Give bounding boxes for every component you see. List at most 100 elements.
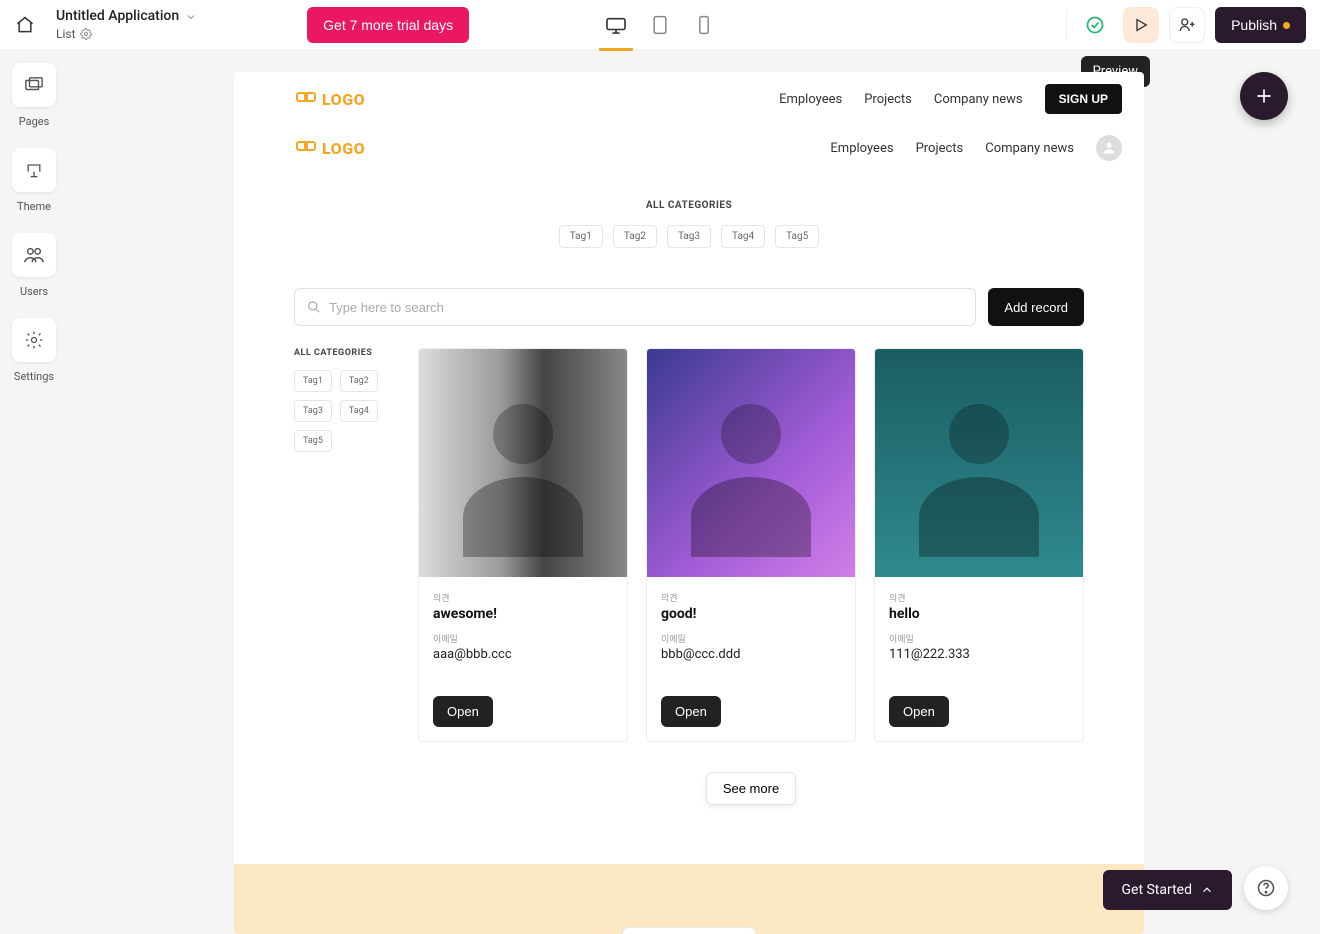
- sidebar-item-settings[interactable]: Settings: [10, 318, 58, 383]
- card-image: [647, 349, 855, 577]
- invite-user-button[interactable]: [1169, 7, 1205, 43]
- header-right: Publish: [1066, 7, 1306, 43]
- open-button[interactable]: Open: [661, 696, 721, 727]
- app-title: Untitled Application: [56, 8, 179, 25]
- sidebar-item-label: Theme: [17, 200, 51, 213]
- open-button[interactable]: Open: [889, 696, 949, 727]
- card-field-value: 111@222.333: [889, 647, 1069, 662]
- all-categories-label: ALL CATEGORIES: [294, 200, 1084, 211]
- card[interactable]: 의견 hello 이메일 111@222.333 Open: [874, 348, 1084, 742]
- side-all-categories-label: ALL CATEGORIES: [294, 348, 398, 358]
- app-title-block: Untitled Application List: [56, 8, 197, 41]
- logo-icon: [296, 92, 316, 106]
- cards-grid: 의견 awesome! 이메일 aaa@bbb.ccc Open: [418, 348, 1084, 742]
- device-switcher: [605, 11, 715, 39]
- logo[interactable]: LOGO: [296, 90, 365, 109]
- card-field-label: 이메일: [889, 632, 1069, 645]
- signup-button[interactable]: SIGN UP: [1045, 84, 1122, 114]
- tag-chip[interactable]: Tag3: [294, 400, 332, 422]
- tag-chip[interactable]: Tag5: [775, 225, 819, 248]
- preview-button[interactable]: [1123, 7, 1159, 43]
- sidebar-item-label: Settings: [14, 370, 54, 383]
- nav-link-employees[interactable]: Employees: [830, 141, 893, 156]
- card-body: 의견 good! 이메일 bbb@ccc.ddd Open: [647, 577, 855, 741]
- publish-status-dot: [1283, 22, 1290, 29]
- tag-chip[interactable]: Tag4: [340, 400, 378, 422]
- card-field-label: 의견: [433, 591, 613, 604]
- pages-icon: [12, 63, 56, 107]
- card-field-value: good!: [661, 606, 841, 622]
- card-field-label: 이메일: [661, 632, 841, 645]
- home-icon[interactable]: [14, 14, 36, 36]
- search-box[interactable]: [294, 288, 976, 326]
- add-fab[interactable]: [1240, 72, 1288, 120]
- get-started-button[interactable]: Get Started: [1103, 870, 1232, 910]
- chevron-up-icon: [1200, 883, 1214, 897]
- card-body: 의견 awesome! 이메일 aaa@bbb.ccc Open: [419, 577, 627, 741]
- onclick-label[interactable]: ON CLICK: [622, 927, 757, 934]
- publish-button[interactable]: Publish: [1215, 7, 1306, 43]
- open-button[interactable]: Open: [433, 696, 493, 727]
- add-record-button[interactable]: Add record: [988, 288, 1084, 326]
- avatar[interactable]: [1096, 135, 1122, 161]
- users-icon: [12, 233, 56, 277]
- chevron-down-icon: [185, 11, 197, 23]
- search-input[interactable]: [329, 300, 963, 315]
- card-field-value: bbb@ccc.ddd: [661, 647, 841, 662]
- sidebar-item-users[interactable]: Users: [10, 233, 58, 298]
- card-field-value: awesome!: [433, 606, 613, 622]
- get-started-label: Get Started: [1121, 882, 1192, 898]
- nav-public: Employees Projects Company news SIGN UP: [779, 84, 1122, 114]
- logo[interactable]: LOGO: [296, 139, 365, 158]
- sidebar-item-theme[interactable]: Theme: [10, 148, 58, 213]
- app-title-row[interactable]: Untitled Application: [56, 8, 197, 25]
- search-row: Add record: [294, 288, 1084, 326]
- trial-button[interactable]: Get 7 more trial days: [307, 7, 469, 43]
- card-field-label: 의견: [889, 591, 1069, 604]
- card-body: 의견 hello 이메일 111@222.333 Open: [875, 577, 1083, 741]
- nav-link-company-news[interactable]: Company news: [934, 92, 1023, 107]
- page-header-public[interactable]: LOGO Employees Projects Company news SIG…: [234, 72, 1144, 127]
- tag-chip[interactable]: Tag5: [294, 430, 332, 452]
- desktop-device-icon[interactable]: [605, 11, 627, 39]
- card-field-value: hello: [889, 606, 1069, 622]
- tag-chip[interactable]: Tag2: [340, 370, 378, 392]
- left-sidebar: Pages Theme Users Settings: [10, 63, 58, 383]
- section-banner[interactable]: ON CLICK: [234, 864, 1144, 934]
- card-field-value: aaa@bbb.ccc: [433, 647, 613, 662]
- sidebar-item-label: Pages: [19, 115, 50, 128]
- page-header-private[interactable]: LOGO Employees Projects Company news: [234, 127, 1144, 190]
- nav-link-projects[interactable]: Projects: [916, 141, 964, 156]
- publish-label: Publish: [1231, 17, 1277, 33]
- card-image: [875, 349, 1083, 577]
- nav-link-projects[interactable]: Projects: [864, 92, 912, 107]
- card[interactable]: 의견 good! 이메일 bbb@ccc.ddd Open: [646, 348, 856, 742]
- help-button[interactable]: [1244, 866, 1288, 910]
- tag-chip[interactable]: Tag4: [721, 225, 765, 248]
- mobile-device-icon[interactable]: [693, 11, 715, 39]
- status-icon[interactable]: [1077, 7, 1113, 43]
- theme-icon: [12, 148, 56, 192]
- nav-link-employees[interactable]: Employees: [779, 92, 842, 107]
- content[interactable]: ALL CATEGORIES Tag1 Tag2 Tag3 Tag4 Tag5 …: [234, 190, 1144, 845]
- page-name: List: [56, 27, 76, 41]
- tag-chip[interactable]: Tag3: [667, 225, 711, 248]
- see-more-button[interactable]: See more: [706, 772, 796, 805]
- tag-row-top: Tag1 Tag2 Tag3 Tag4 Tag5: [294, 225, 1084, 248]
- app-top-header: Untitled Application List Get 7 more tri…: [0, 0, 1320, 51]
- gear-icon: [80, 28, 92, 40]
- tag-chip[interactable]: Tag1: [559, 225, 603, 248]
- side-tags: ALL CATEGORIES Tag1 Tag2 Tag3 Tag4 Tag5: [294, 348, 398, 805]
- nav-link-company-news[interactable]: Company news: [985, 141, 1074, 156]
- canvas[interactable]: LOGO Employees Projects Company news SIG…: [234, 72, 1144, 934]
- side-tag-grid: Tag1 Tag2 Tag3 Tag4 Tag5: [294, 370, 398, 452]
- card[interactable]: 의견 awesome! 이메일 aaa@bbb.ccc Open: [418, 348, 628, 742]
- sidebar-item-pages[interactable]: Pages: [10, 63, 58, 128]
- tag-chip[interactable]: Tag1: [294, 370, 332, 392]
- help-icon: [1256, 878, 1276, 898]
- search-icon: [307, 300, 321, 314]
- card-field-label: 이메일: [433, 632, 613, 645]
- app-subtitle-row[interactable]: List: [56, 27, 197, 41]
- tablet-device-icon[interactable]: [649, 11, 671, 39]
- tag-chip[interactable]: Tag2: [613, 225, 657, 248]
